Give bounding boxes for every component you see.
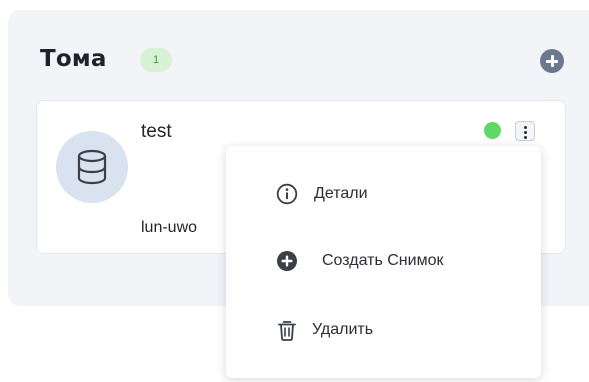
volume-lun-id: lun-uwo xyxy=(141,219,198,236)
plus-circle-icon xyxy=(277,251,297,271)
volume-menu-button[interactable] xyxy=(515,121,535,141)
kebab-icon-dot xyxy=(523,125,527,129)
menu-item-label: Создать Снимок xyxy=(322,252,444,269)
database-icon xyxy=(77,149,107,185)
volume-count-badge: 1 xyxy=(140,48,172,72)
menu-item-label: Детали xyxy=(314,185,368,202)
info-icon xyxy=(276,183,298,205)
menu-item-delete[interactable]: Удалить xyxy=(226,308,541,352)
menu-item-label: Удалить xyxy=(312,321,374,338)
trash-icon xyxy=(278,321,296,341)
menu-item-details[interactable]: Детали xyxy=(226,172,541,216)
kebab-icon-dot xyxy=(523,130,527,134)
kebab-icon-dot xyxy=(523,135,527,139)
panel-title: Тома xyxy=(40,46,107,72)
status-dot xyxy=(484,122,501,139)
menu-item-create-snapshot[interactable]: Создать Снимок xyxy=(226,239,541,283)
volume-name: test xyxy=(141,121,172,142)
volume-context-menu: Детали Создать Снимок Удалить xyxy=(226,146,541,378)
volume-avatar xyxy=(56,131,128,203)
add-volume-button[interactable] xyxy=(540,49,564,73)
